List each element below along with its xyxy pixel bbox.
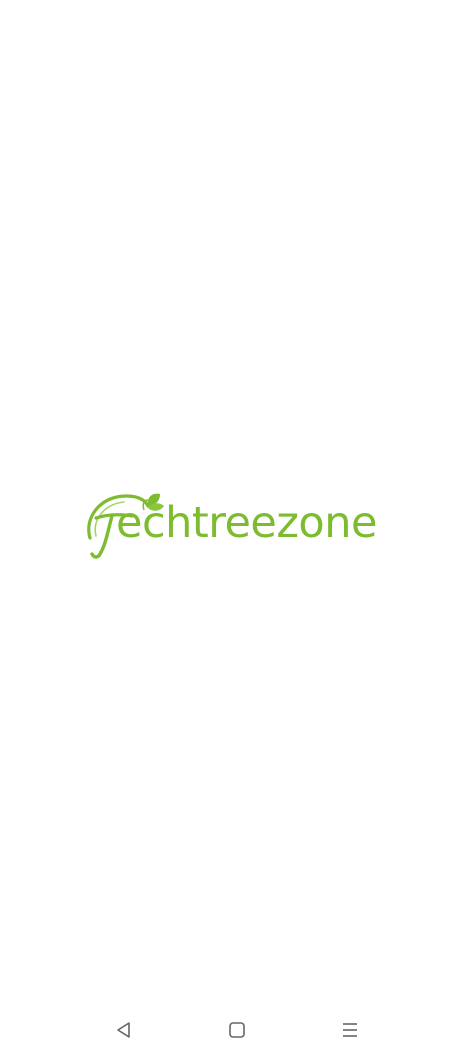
splash-screen: echtreezone xyxy=(0,0,474,1000)
system-navigation-bar xyxy=(0,1000,474,1059)
triangle-back-icon xyxy=(117,1022,130,1038)
home-button[interactable] xyxy=(221,1014,253,1046)
app-logo: echtreezone xyxy=(82,488,394,566)
square-home-icon xyxy=(229,1022,245,1038)
brand-name-text: echtreezone xyxy=(116,498,377,548)
hamburger-menu-icon xyxy=(343,1023,357,1037)
back-button[interactable] xyxy=(108,1014,140,1046)
recents-menu-button[interactable] xyxy=(334,1014,366,1046)
